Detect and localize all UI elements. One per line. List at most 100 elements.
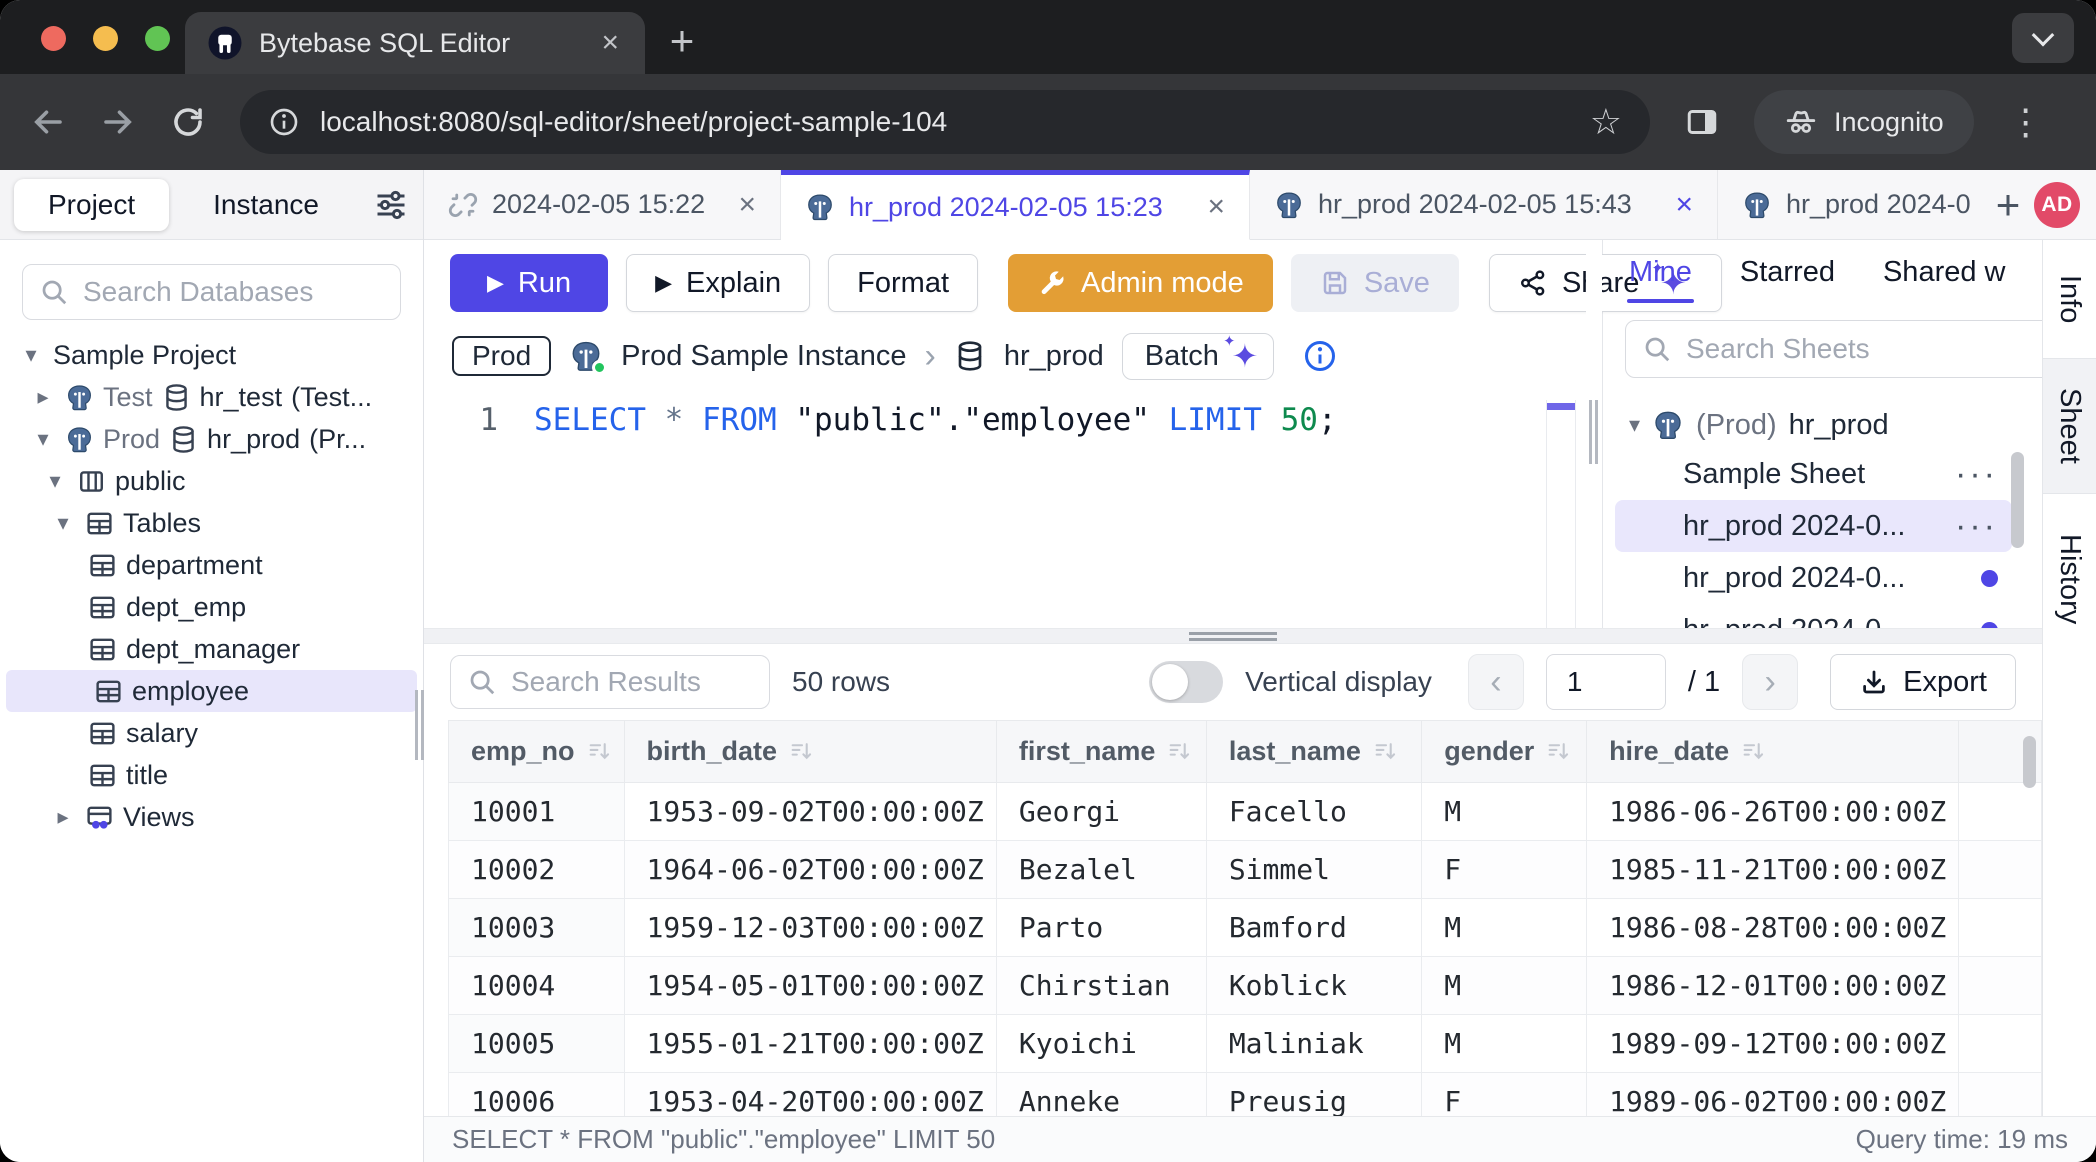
results-search[interactable]: [450, 655, 770, 709]
filter-sliders-icon[interactable]: [373, 187, 409, 223]
sheet-search-input[interactable]: [1686, 333, 2042, 365]
browser-tab[interactable]: Bytebase SQL Editor ×: [185, 12, 645, 74]
caret-down-icon[interactable]: ▾: [42, 468, 68, 494]
table-row[interactable]: 100021964-06-02T00:00:00ZBezalelSimmelF1…: [449, 841, 2042, 899]
new-tab-button[interactable]: +: [653, 12, 711, 70]
tree-item-views[interactable]: ▸ Views: [0, 796, 423, 838]
tab-search-button[interactable]: [2012, 13, 2074, 63]
column-header-birth_date[interactable]: birth_date: [624, 721, 996, 783]
sort-icon[interactable]: [789, 739, 814, 764]
table-row[interactable]: 100061953-04-20T00:00:00ZAnnekePreusigF1…: [449, 1073, 2042, 1117]
database-search[interactable]: [22, 264, 401, 320]
sheet-group[interactable]: ▾ (Prod) hr_prod: [1603, 402, 2042, 448]
sql-code-editor[interactable]: 1 SELECT * FROM "public"."employee" LIMI…: [424, 386, 1586, 628]
caret-down-icon[interactable]: ▾: [1629, 412, 1640, 438]
cell[interactable]: 10001: [449, 783, 625, 841]
right-tab-history[interactable]: History: [2043, 494, 2096, 664]
window-minimize-button[interactable]: [93, 26, 118, 51]
run-button[interactable]: ▶ Run: [450, 254, 608, 312]
sheet-scrollbar-thumb[interactable]: [2011, 452, 2024, 548]
cell[interactable]: Bezalel: [996, 841, 1206, 899]
cell[interactable]: Anneke: [996, 1073, 1206, 1117]
cell[interactable]: M: [1422, 899, 1587, 957]
cell[interactable]: 10005: [449, 1015, 625, 1073]
admin-mode-button[interactable]: Admin mode: [1008, 254, 1273, 312]
table-row[interactable]: 100011953-09-02T00:00:00ZGeorgiFacelloM1…: [449, 783, 2042, 841]
cell[interactable]: 10004: [449, 957, 625, 1015]
close-icon[interactable]: ×: [1199, 190, 1225, 224]
tab-instance[interactable]: Instance: [179, 179, 353, 231]
caret-right-icon[interactable]: ▸: [50, 804, 76, 830]
tab-shared[interactable]: Shared w: [1883, 256, 2006, 289]
sheet-item[interactable]: Sample Sheet···: [1615, 448, 2012, 500]
user-avatar[interactable]: AD: [2034, 182, 2080, 228]
save-button[interactable]: Save: [1291, 254, 1459, 312]
worksheet-tab[interactable]: hr_prod 2024-0: [1718, 170, 1982, 239]
cell[interactable]: 1953-09-02T00:00:00Z: [624, 783, 996, 841]
right-tab-sheet[interactable]: Sheet: [2043, 358, 2096, 494]
cell[interactable]: Parto: [996, 899, 1206, 957]
right-tab-info[interactable]: Info: [2043, 240, 2096, 358]
window-close-button[interactable]: [41, 26, 66, 51]
grid-scrollbar-thumb[interactable]: [2023, 736, 2036, 788]
cell[interactable]: Simmel: [1206, 841, 1421, 899]
window-zoom-button[interactable]: [145, 26, 170, 51]
cell[interactable]: Kyoichi: [996, 1015, 1206, 1073]
tree-item-table-dept_manager[interactable]: dept_manager: [0, 628, 423, 670]
cell[interactable]: 1985-11-21T00:00:00Z: [1587, 841, 1959, 899]
caret-right-icon[interactable]: ▸: [30, 384, 56, 410]
cell[interactable]: 1959-12-03T00:00:00Z: [624, 899, 996, 957]
cell[interactable]: 1986-08-28T00:00:00Z: [1587, 899, 1959, 957]
cell[interactable]: 1989-06-02T00:00:00Z: [1587, 1073, 1959, 1117]
tab-close-icon[interactable]: ×: [597, 26, 623, 60]
worksheet-tab[interactable]: 2024-02-05 15:22×: [424, 170, 781, 239]
cell[interactable]: Koblick: [1206, 957, 1421, 1015]
cell[interactable]: 1953-04-20T00:00:00Z: [624, 1073, 996, 1117]
column-header-last_name[interactable]: last_name: [1206, 721, 1421, 783]
vertical-display-toggle[interactable]: [1149, 661, 1223, 703]
cell[interactable]: 10002: [449, 841, 625, 899]
cell[interactable]: 1989-09-12T00:00:00Z: [1587, 1015, 1959, 1073]
page-number-input[interactable]: [1546, 654, 1666, 710]
worksheet-tab[interactable]: hr_prod 2024-02-05 15:43×: [1250, 170, 1718, 239]
sheet-item[interactable]: hr_prod 2024-0: [1615, 604, 2012, 628]
cell[interactable]: 10006: [449, 1073, 625, 1117]
table-row[interactable]: 100031959-12-03T00:00:00ZPartoBamfordM19…: [449, 899, 2042, 957]
site-info-icon[interactable]: [268, 106, 300, 138]
column-header-hire_date[interactable]: hire_date: [1587, 721, 1959, 783]
cell[interactable]: M: [1422, 783, 1587, 841]
sort-icon[interactable]: [1741, 739, 1766, 764]
column-header-emp_no[interactable]: emp_no: [449, 721, 625, 783]
tree-item-table-salary[interactable]: salary: [0, 712, 423, 754]
prev-page-button[interactable]: ‹: [1468, 654, 1524, 710]
tab-mine[interactable]: Mine: [1629, 256, 1692, 289]
tree-item-table-title[interactable]: title: [0, 754, 423, 796]
cell[interactable]: Facello: [1206, 783, 1421, 841]
sheet-item[interactable]: hr_prod 2024-0...: [1615, 552, 2012, 604]
tab-starred[interactable]: Starred: [1740, 256, 1835, 289]
panel-resize-handle[interactable]: [1586, 240, 1602, 628]
info-icon[interactable]: [1302, 338, 1338, 374]
cell[interactable]: F: [1422, 841, 1587, 899]
cell[interactable]: M: [1422, 1015, 1587, 1073]
caret-down-icon[interactable]: ▾: [30, 426, 56, 452]
sort-icon[interactable]: [1546, 739, 1571, 764]
side-panel-icon[interactable]: [1684, 104, 1720, 140]
caret-down-icon[interactable]: ▾: [18, 342, 44, 368]
forward-icon[interactable]: [100, 104, 136, 140]
instance-name[interactable]: Prod Sample Instance: [621, 340, 906, 373]
tab-project[interactable]: Project: [14, 179, 169, 231]
cell[interactable]: Preusig: [1206, 1073, 1421, 1117]
editor-scrollbar[interactable]: [1546, 400, 1576, 628]
cell[interactable]: 1986-06-26T00:00:00Z: [1587, 783, 1959, 841]
cell[interactable]: Georgi: [996, 783, 1206, 841]
cell[interactable]: Chirstian: [996, 957, 1206, 1015]
tree-item-tables[interactable]: ▾ Tables: [0, 502, 423, 544]
batch-button[interactable]: Batch ✦: [1122, 333, 1274, 380]
tree-item-database-test[interactable]: ▸ Test hr_test (Test...: [0, 376, 423, 418]
column-header-first_name[interactable]: first_name: [996, 721, 1206, 783]
tree-item-table-employee[interactable]: employee: [6, 670, 417, 712]
cell[interactable]: 1986-12-01T00:00:00Z: [1587, 957, 1959, 1015]
cell[interactable]: 10003: [449, 899, 625, 957]
cell[interactable]: 1964-06-02T00:00:00Z: [624, 841, 996, 899]
